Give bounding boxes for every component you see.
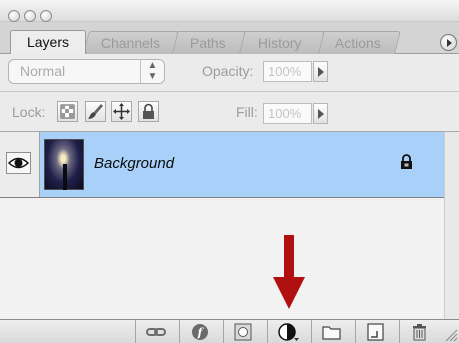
fill-field[interactable]: 100% [263, 103, 312, 124]
close-window-button[interactable] [8, 10, 20, 22]
trash-icon [413, 324, 426, 341]
new-group-button[interactable] [311, 320, 349, 343]
panel-menu-button[interactable] [440, 34, 457, 51]
layer-mask-icon [234, 323, 252, 341]
lock-label: Lock: [12, 104, 46, 120]
new-layer-button[interactable] [355, 320, 393, 343]
visibility-cell [0, 132, 40, 197]
adjustment-layer-icon [278, 323, 299, 341]
eye-icon [7, 157, 30, 169]
add-layer-mask-button[interactable] [223, 320, 261, 343]
tab-layers[interactable]: Layers [10, 30, 86, 54]
brush-icon [88, 104, 103, 119]
tab-paths[interactable]: Paths [170, 31, 246, 54]
layers-bottom-toolbar: f [0, 319, 459, 343]
lock-all-button[interactable] [138, 101, 159, 122]
fill-label: Fill: [236, 104, 258, 120]
blend-mode-value: Normal [20, 63, 66, 79]
blend-mode-stepper[interactable]: ▲ ▼ [140, 59, 164, 84]
lock-image-pixels-button[interactable] [85, 101, 106, 122]
blend-mode-select[interactable]: Normal ▲ ▼ [8, 59, 165, 84]
layer-thumbnail [44, 139, 84, 190]
panel-title-bar [0, 0, 459, 22]
opacity-field[interactable]: 100% [263, 61, 312, 82]
lock-position-button[interactable] [111, 101, 132, 122]
annotation-arrow-icon [273, 235, 305, 309]
fill-slider-button[interactable] [313, 103, 328, 124]
link-layers-button[interactable] [135, 320, 173, 343]
layers-scrollbar[interactable] [444, 132, 459, 319]
adjustment-layer-button[interactable] [267, 320, 305, 343]
new-layer-icon [367, 323, 384, 341]
tab-channels[interactable]: Channels [83, 31, 179, 54]
blend-options-row: Normal ▲ ▼ Opacity: 100% [0, 54, 459, 92]
transparency-icon [60, 104, 75, 119]
layer-row[interactable]: Background [0, 132, 444, 198]
lock-transparency-button[interactable] [57, 101, 78, 122]
opacity-slider-button[interactable] [313, 61, 328, 82]
visibility-toggle[interactable] [6, 152, 31, 174]
zoom-window-button[interactable] [40, 10, 52, 22]
lock-icon [143, 103, 154, 119]
move-icon [113, 103, 130, 120]
layer-lock-icon [401, 154, 412, 169]
layer-selection-highlight[interactable]: Background [40, 132, 444, 197]
resize-grip-icon[interactable] [444, 328, 458, 342]
tab-actions[interactable]: Actions [315, 31, 401, 54]
layer-style-button[interactable]: f [179, 320, 217, 343]
folder-icon [322, 326, 341, 340]
link-icon [146, 328, 166, 336]
lamp-post-shape [63, 164, 67, 190]
tab-history[interactable]: History [235, 31, 325, 54]
delete-layer-button[interactable] [399, 320, 437, 343]
layer-name: Background [94, 155, 175, 172]
minimize-window-button[interactable] [24, 10, 36, 22]
opacity-label: Opacity: [202, 63, 254, 79]
layers-list: Background [0, 132, 444, 319]
layer-style-icon: f [192, 324, 208, 340]
lock-options-row: Lock: Fill: 100% [0, 92, 459, 132]
panel-tab-strip: Actions History Paths Channels Layers [0, 22, 459, 54]
